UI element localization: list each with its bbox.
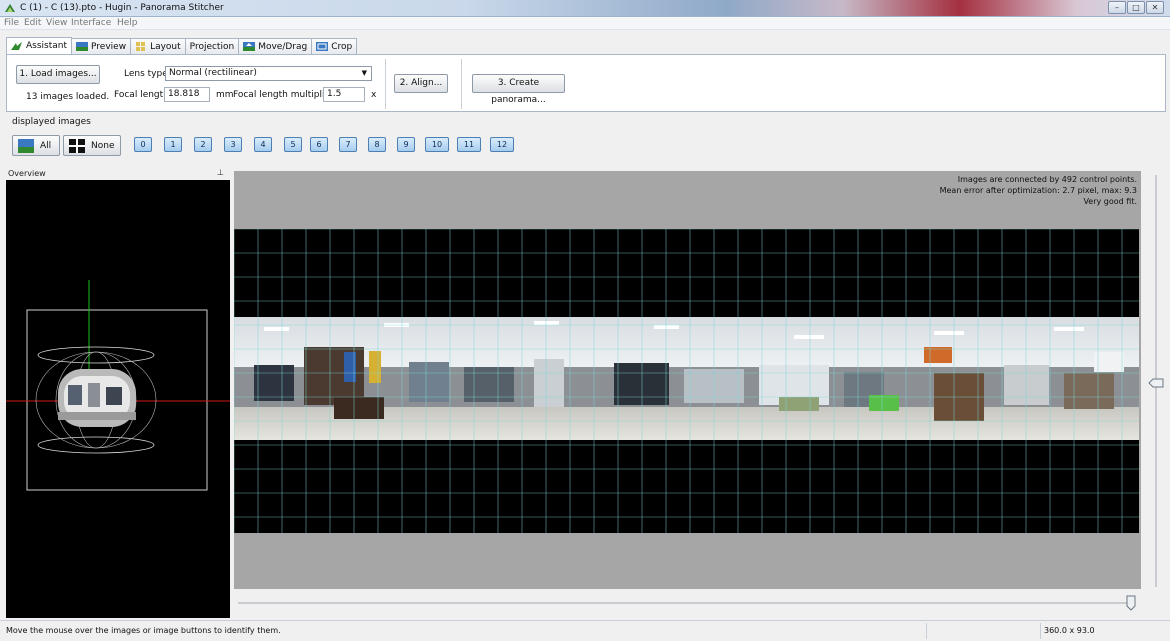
pin-icon[interactable]: ⊥ (217, 168, 224, 177)
hslider-track (238, 602, 1134, 604)
tab-projection[interactable]: Projection (184, 38, 240, 54)
optimization-stats: Images are connected by 492 control poin… (940, 174, 1137, 207)
status-bar: Move the mouse over the images or image … (0, 620, 1170, 641)
tab-layout[interactable]: Layout (130, 38, 186, 54)
menu-file[interactable]: File (4, 18, 19, 28)
panel-separator (461, 59, 462, 109)
preview-canvas[interactable]: Images are connected by 492 control poin… (234, 171, 1141, 589)
preview-icon (76, 42, 89, 51)
tab-preview-label: Preview (91, 41, 127, 52)
tab-assistant-label: Assistant (26, 41, 68, 51)
hugin-app-icon (5, 4, 15, 12)
status-separator (1040, 623, 1041, 639)
lens-type-select[interactable]: Normal (rectilinear) ▼ (165, 66, 372, 81)
overview-sphere (6, 280, 230, 491)
panorama-area (234, 229, 1139, 533)
maximize-button[interactable]: □ (1127, 1, 1145, 14)
overview-panel[interactable] (6, 180, 230, 618)
preview-grid (234, 229, 1139, 533)
show-all-icon (18, 138, 34, 153)
assistant-panel: 1. Load images... 13 images loaded. Lens… (6, 54, 1166, 112)
image-button-8[interactable]: 8 (368, 137, 386, 152)
image-button-9[interactable]: 9 (397, 137, 415, 152)
menu-interface[interactable]: Interface (71, 18, 111, 28)
tab-layout-label: Layout (150, 41, 181, 52)
image-button-12[interactable]: 12 (490, 137, 514, 152)
assistant-icon (11, 41, 22, 50)
dropdown-arrow-icon: ▼ (361, 69, 367, 77)
image-button-10[interactable]: 10 (425, 137, 449, 152)
image-button-0[interactable]: 0 (134, 137, 152, 152)
status-hint: Move the mouse over the images or image … (6, 626, 281, 635)
images-loaded-text: 13 images loaded. (26, 92, 110, 102)
image-button-4[interactable]: 4 (254, 137, 272, 152)
window-controls: – □ ✕ (1108, 1, 1164, 14)
show-all-button[interactable]: All (12, 135, 60, 156)
field-of-view-readout: 360.0 x 93.0 (1044, 626, 1095, 635)
image-button-6[interactable]: 6 (310, 137, 328, 152)
image-button-7[interactable]: 7 (339, 137, 357, 152)
panel-separator (385, 59, 386, 109)
title-bar: C (1) - C (13).pto - Hugin - Panorama St… (0, 0, 1170, 17)
image-button-2[interactable]: 2 (194, 137, 212, 152)
create-panorama-button[interactable]: 3. Create panorama... (472, 74, 565, 105)
tab-crop-label: Crop (331, 41, 353, 52)
menu-edit[interactable]: Edit (24, 18, 41, 28)
crop-icon (316, 42, 329, 51)
control-points-text: Images are connected by 492 control poin… (957, 175, 1137, 184)
lens-type-value: Normal (rectilinear) (169, 68, 257, 78)
multiplier-unit-label: x (371, 90, 377, 100)
image-button-11[interactable]: 11 (457, 137, 481, 152)
displayed-images-label: displayed images (12, 117, 91, 127)
close-button[interactable]: ✕ (1146, 1, 1164, 14)
show-all-label: All (40, 140, 52, 151)
show-none-button[interactable]: None (63, 135, 121, 156)
overview-header: Overview ⊥ (6, 168, 230, 180)
hslider-thumb-icon[interactable] (1126, 595, 1136, 611)
menu-bar: File Edit View Interface Help (0, 17, 1170, 30)
minimize-button[interactable]: – (1108, 1, 1126, 14)
tab-move-drag-label: Move/Drag (258, 41, 308, 52)
status-separator (926, 623, 927, 639)
show-none-icon (69, 138, 85, 153)
lens-type-label: Lens type: (124, 69, 171, 79)
load-images-button[interactable]: 1. Load images... (16, 65, 100, 84)
multiplier-label: Focal length multiplier: (233, 90, 337, 100)
align-button[interactable]: 2. Align... (394, 74, 448, 93)
focal-length-input[interactable]: 18.818 (164, 87, 210, 102)
multiplier-input[interactable]: 1.5 (323, 87, 365, 102)
image-button-5[interactable]: 5 (284, 137, 302, 152)
vertical-fov-slider[interactable] (1146, 171, 1166, 591)
fit-quality-text: Very good fit. (1083, 197, 1137, 206)
window-title: C (1) - C (13).pto - Hugin - Panorama St… (20, 3, 224, 13)
menu-view[interactable]: View (46, 18, 67, 28)
overview-title: Overview (8, 169, 46, 178)
main-tabs: Assistant Preview Layout Projection Move… (6, 37, 358, 54)
layout-icon (136, 42, 146, 51)
tab-assistant[interactable]: Assistant (6, 37, 73, 54)
tab-preview[interactable]: Preview (71, 38, 132, 54)
horizontal-fov-slider[interactable] (234, 593, 1141, 613)
move-drag-icon (243, 42, 256, 51)
image-button-3[interactable]: 3 (224, 137, 242, 152)
focal-unit-label: mm (216, 90, 234, 100)
show-none-label: None (91, 140, 115, 151)
vslider-thumb-icon[interactable] (1148, 378, 1164, 388)
tab-crop[interactable]: Crop (311, 38, 358, 54)
tab-projection-label: Projection (189, 41, 235, 52)
image-button-1[interactable]: 1 (164, 137, 182, 152)
tab-move-drag[interactable]: Move/Drag (238, 38, 313, 54)
menu-help[interactable]: Help (117, 18, 138, 28)
mean-error-text: Mean error after optimization: 2.7 pixel… (939, 186, 1137, 195)
